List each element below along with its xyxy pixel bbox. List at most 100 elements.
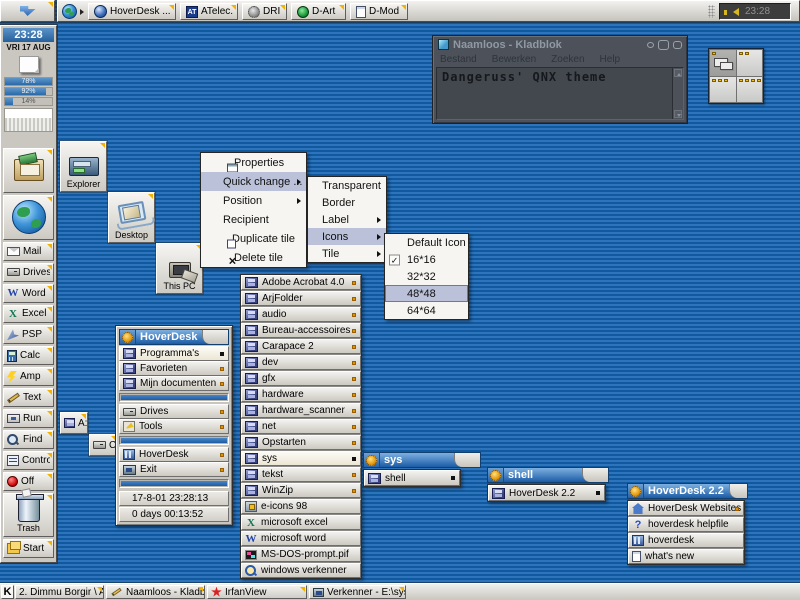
sidebar-item-calc[interactable]: Calc <box>3 346 54 365</box>
sidebar-item-run[interactable]: Run <box>3 409 54 428</box>
notepad-text-area[interactable]: Dangeruss' QNX theme <box>436 67 684 120</box>
drive-button-a[interactable]: A: <box>60 412 88 434</box>
maximize-button[interactable] <box>658 40 669 50</box>
menu-item-48[interactable]: 48*48 <box>385 285 468 302</box>
panel-item-whats-new[interactable]: what's new <box>628 549 744 564</box>
sidebar-item-psp[interactable]: PSP <box>3 325 54 344</box>
sidebar-item-word[interactable]: Word <box>3 284 54 303</box>
menu-item-windows-verkenner[interactable]: windows verkenner <box>241 563 361 578</box>
launcher-item-hoverdesk[interactable]: HoverDesk ... <box>88 3 176 20</box>
desktop-tile-this-pc[interactable]: This PC <box>156 243 203 294</box>
sidebar-tile-globe[interactable] <box>3 195 54 240</box>
menu-item-transparent[interactable]: Transparent <box>308 177 386 194</box>
expand-caret-icon[interactable] <box>80 9 84 15</box>
menu-zoeken[interactable]: Zoeken <box>551 54 584 65</box>
panel-item-exit[interactable]: Exit <box>119 462 229 477</box>
sticky-note-tile[interactable] <box>3 53 54 77</box>
task-button-kladblok[interactable]: Naamloos - Kladblok <box>106 585 205 599</box>
sidebar-item-start[interactable]: Start <box>3 539 54 558</box>
menu-item-audio[interactable]: audio <box>241 307 361 322</box>
menu-bewerken[interactable]: Bewerken <box>492 54 536 65</box>
menu-item-quick-change[interactable]: Quick change ... <box>201 172 306 191</box>
launcher-item-atelec[interactable]: AT ATelec. <box>180 3 238 20</box>
panel-item-drives[interactable]: Drives <box>119 404 229 419</box>
menu-item-net[interactable]: net <box>241 419 361 434</box>
pager-cell-active[interactable] <box>710 50 736 76</box>
sidebar-item-mail[interactable]: Mail <box>3 242 54 261</box>
menu-item-ms-word[interactable]: microsoft word <box>241 531 361 546</box>
grip-handle[interactable] <box>708 5 715 18</box>
menu-item-duplicate-tile[interactable]: Duplicate tile <box>201 229 306 248</box>
menu-item-e-icons[interactable]: e-icons 98 <box>241 499 361 514</box>
menu-item-tekst[interactable]: tekst <box>241 467 361 482</box>
menu-item-carapace[interactable]: Carapace 2 <box>241 339 361 354</box>
launcher-item-d-mod[interactable]: D-Mod <box>350 3 408 20</box>
menu-item-winzip[interactable]: WinZip <box>241 483 361 498</box>
scroll-down-icon[interactable] <box>674 110 682 118</box>
task-button-verkenner[interactable]: Verkenner - E:\sys... <box>309 585 406 599</box>
panel-item-tools[interactable]: Tools <box>119 419 229 434</box>
menu-item-properties[interactable]: Properties <box>201 153 306 172</box>
menu-item-delete-tile[interactable]: Delete tile <box>201 248 306 267</box>
panel-item-hoverdesk-helpfile[interactable]: hoverdesk helpfile <box>628 517 744 532</box>
drive-button-c[interactable]: C: <box>89 434 118 456</box>
task-button-irfanview[interactable]: IrfanView <box>207 585 307 599</box>
sidebar-item-control[interactable]: Control <box>3 451 54 470</box>
pager-cell[interactable] <box>737 50 763 76</box>
menu-item-position[interactable]: Position <box>201 191 306 210</box>
menu-item-label[interactable]: Label <box>308 211 386 228</box>
panel-title-sys[interactable]: sys <box>363 452 481 468</box>
menu-item-border[interactable]: Border <box>308 194 386 211</box>
panel-item-shell[interactable]: shell <box>364 470 460 486</box>
panel-item-mijn-documenten[interactable]: Mijn documenten <box>119 376 229 391</box>
menu-item-hardware-scanner[interactable]: hardware_scanner <box>241 403 361 418</box>
panel-item-hoverdesk-app[interactable]: hoverdesk <box>628 533 744 548</box>
panel-title-shell[interactable]: shell <box>487 467 609 483</box>
menu-item-16[interactable]: 16*16 <box>385 251 468 268</box>
task-button-winamp[interactable]: 2. Dimmu Borgir \ A... <box>15 585 104 599</box>
panel-item-hoverdesk-22[interactable]: HoverDesk 2.2 <box>488 485 605 501</box>
sidebar-item-text[interactable]: Text <box>3 388 54 407</box>
trash-tile[interactable]: Trash <box>3 493 54 537</box>
desktop-tile-desktop[interactable]: Desktop <box>108 192 155 243</box>
panel-item-hoverdesk[interactable]: HoverDesk <box>119 447 229 462</box>
menu-item-hardware[interactable]: hardware <box>241 387 361 402</box>
menu-item-ms-excel[interactable]: microsoft excel <box>241 515 361 530</box>
sidebar-item-amp[interactable]: Amp <box>3 367 54 386</box>
menu-bestand[interactable]: Bestand <box>440 54 477 65</box>
menu-item-default-icon[interactable]: Default Icon <box>385 234 468 251</box>
menu-item-bureau-accessoires[interactable]: Bureau-accessoires <box>241 323 361 338</box>
panel-title-hoverdesk[interactable]: HoverDesk <box>119 329 229 345</box>
menu-help[interactable]: Help <box>600 54 621 65</box>
corner-launcher-button[interactable] <box>0 0 55 22</box>
globe-icon[interactable] <box>62 4 77 19</box>
scrollbar[interactable] <box>672 68 683 119</box>
scroll-up-icon[interactable] <box>674 69 682 77</box>
menu-item-ms-dos-prompt[interactable]: MS-DOS-prompt.pif <box>241 547 361 562</box>
minimize-button[interactable] <box>647 42 654 48</box>
pager-cell[interactable] <box>710 77 736 103</box>
close-button[interactable] <box>673 41 682 49</box>
menu-item-icons[interactable]: Icons <box>308 228 386 245</box>
sidebar-tile-desk[interactable] <box>3 148 54 193</box>
sidebar-item-find[interactable]: Find <box>3 430 54 449</box>
menu-item-32[interactable]: 32*32 <box>385 268 468 285</box>
menu-item-recipient[interactable]: Recipient <box>201 210 306 229</box>
menu-item-arjfolder[interactable]: ArjFolder <box>241 291 361 306</box>
sidebar-item-excel[interactable]: Excel <box>3 305 54 324</box>
panel-title-hoverdesk22[interactable]: HoverDesk 2.2 <box>627 483 748 499</box>
menu-item-adobe-acrobat[interactable]: Adobe Acrobat 4.0 <box>241 275 361 290</box>
menu-item-tile[interactable]: Tile <box>308 245 386 262</box>
menu-item-64[interactable]: 64*64 <box>385 302 468 319</box>
desktop-tile-explorer[interactable]: Explorer <box>60 141 107 192</box>
window-titlebar[interactable]: Naamloos - Kladblok <box>433 36 687 53</box>
menu-item-sys[interactable]: sys <box>241 451 361 466</box>
panel-item-programmas[interactable]: Programma's <box>119 346 229 361</box>
menu-item-opstarten[interactable]: Opstarten <box>241 435 361 450</box>
menu-item-dev[interactable]: dev <box>241 355 361 370</box>
speaker-icon[interactable] <box>733 8 739 16</box>
launcher-item-dri[interactable]: DRI <box>242 3 287 20</box>
menu-item-gfx[interactable]: gfx <box>241 371 361 386</box>
pager-cell[interactable] <box>737 77 763 103</box>
sidebar-item-drives[interactable]: Drives <box>3 263 54 282</box>
